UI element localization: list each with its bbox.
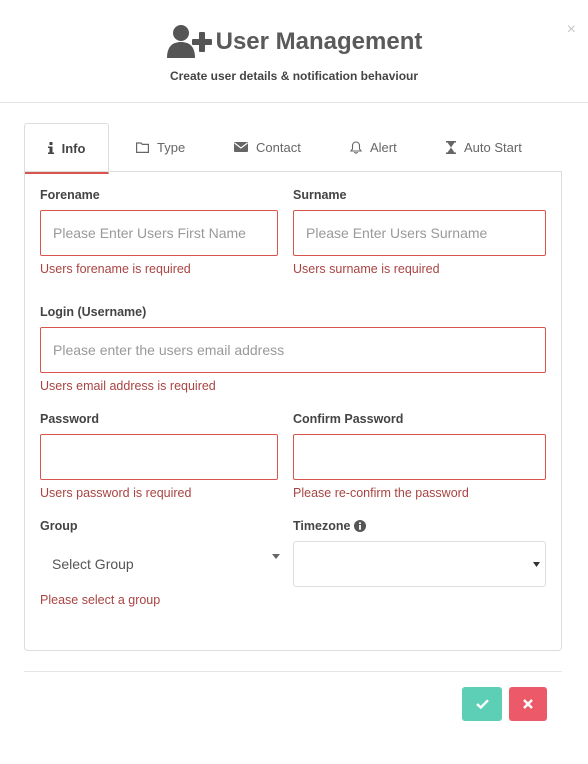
confirm-password-error: Please re-confirm the password — [293, 486, 469, 500]
login-label: Login (Username) — [40, 305, 147, 319]
timezone-label-text: Timezone — [293, 519, 351, 533]
modal-header: × User Management Create user details & … — [0, 0, 588, 103]
surname-label: Surname — [293, 188, 347, 202]
tab-alert[interactable]: Alert — [350, 123, 397, 171]
confirm-button[interactable] — [462, 687, 502, 721]
confirm-password-input[interactable] — [293, 434, 546, 480]
group-error: Please select a group — [40, 593, 161, 607]
times-icon — [523, 699, 533, 709]
tab-label: Type — [157, 139, 186, 155]
forename-error: Users forename is required — [40, 262, 191, 276]
folder-icon — [136, 141, 149, 153]
tab-label: Auto Start — [464, 139, 522, 155]
title-row: User Management — [0, 24, 588, 65]
tab-auto-start[interactable]: Auto Start — [446, 123, 522, 171]
password-error: Users password is required — [40, 486, 192, 500]
info-circle-icon[interactable] — [354, 520, 367, 532]
forename-label: Forename — [40, 188, 100, 202]
tab-bar: Info Type Contact Alert Auto Start — [24, 123, 562, 174]
info-icon — [47, 142, 54, 154]
page-title: User Management — [215, 28, 423, 55]
add-user-icon — [166, 25, 212, 58]
timezone-select[interactable] — [293, 541, 546, 587]
bell-icon — [350, 140, 362, 154]
cancel-button[interactable] — [509, 687, 547, 721]
forename-input[interactable] — [40, 210, 278, 256]
login-email-input[interactable] — [40, 327, 546, 373]
tab-label: Info — [61, 140, 86, 156]
timezone-label: Timezone — [293, 519, 367, 533]
caret-down-icon — [272, 554, 280, 559]
password-label: Password — [40, 412, 100, 426]
check-icon — [475, 699, 489, 709]
group-label: Group — [40, 519, 78, 533]
tab-info[interactable]: Info — [24, 123, 109, 174]
tab-contact[interactable]: Contact — [234, 123, 301, 171]
envelope-icon — [234, 142, 248, 152]
surname-input[interactable] — [293, 210, 546, 256]
group-select[interactable]: Select Group — [40, 541, 293, 587]
caret-down-icon — [533, 562, 540, 567]
page-subtitle: Create user details & notification behav… — [169, 69, 419, 83]
password-input[interactable] — [40, 434, 278, 480]
group-select-value: Select Group — [52, 556, 134, 572]
confirm-password-label: Confirm Password — [293, 412, 404, 426]
tab-type[interactable]: Type — [136, 123, 185, 171]
tab-label: Alert — [370, 139, 397, 155]
footer-divider — [24, 671, 562, 672]
surname-error: Users surname is required — [293, 262, 440, 276]
tab-label: Contact — [256, 139, 301, 155]
hourglass-icon — [446, 140, 456, 154]
login-error: Users email address is required — [40, 379, 216, 393]
